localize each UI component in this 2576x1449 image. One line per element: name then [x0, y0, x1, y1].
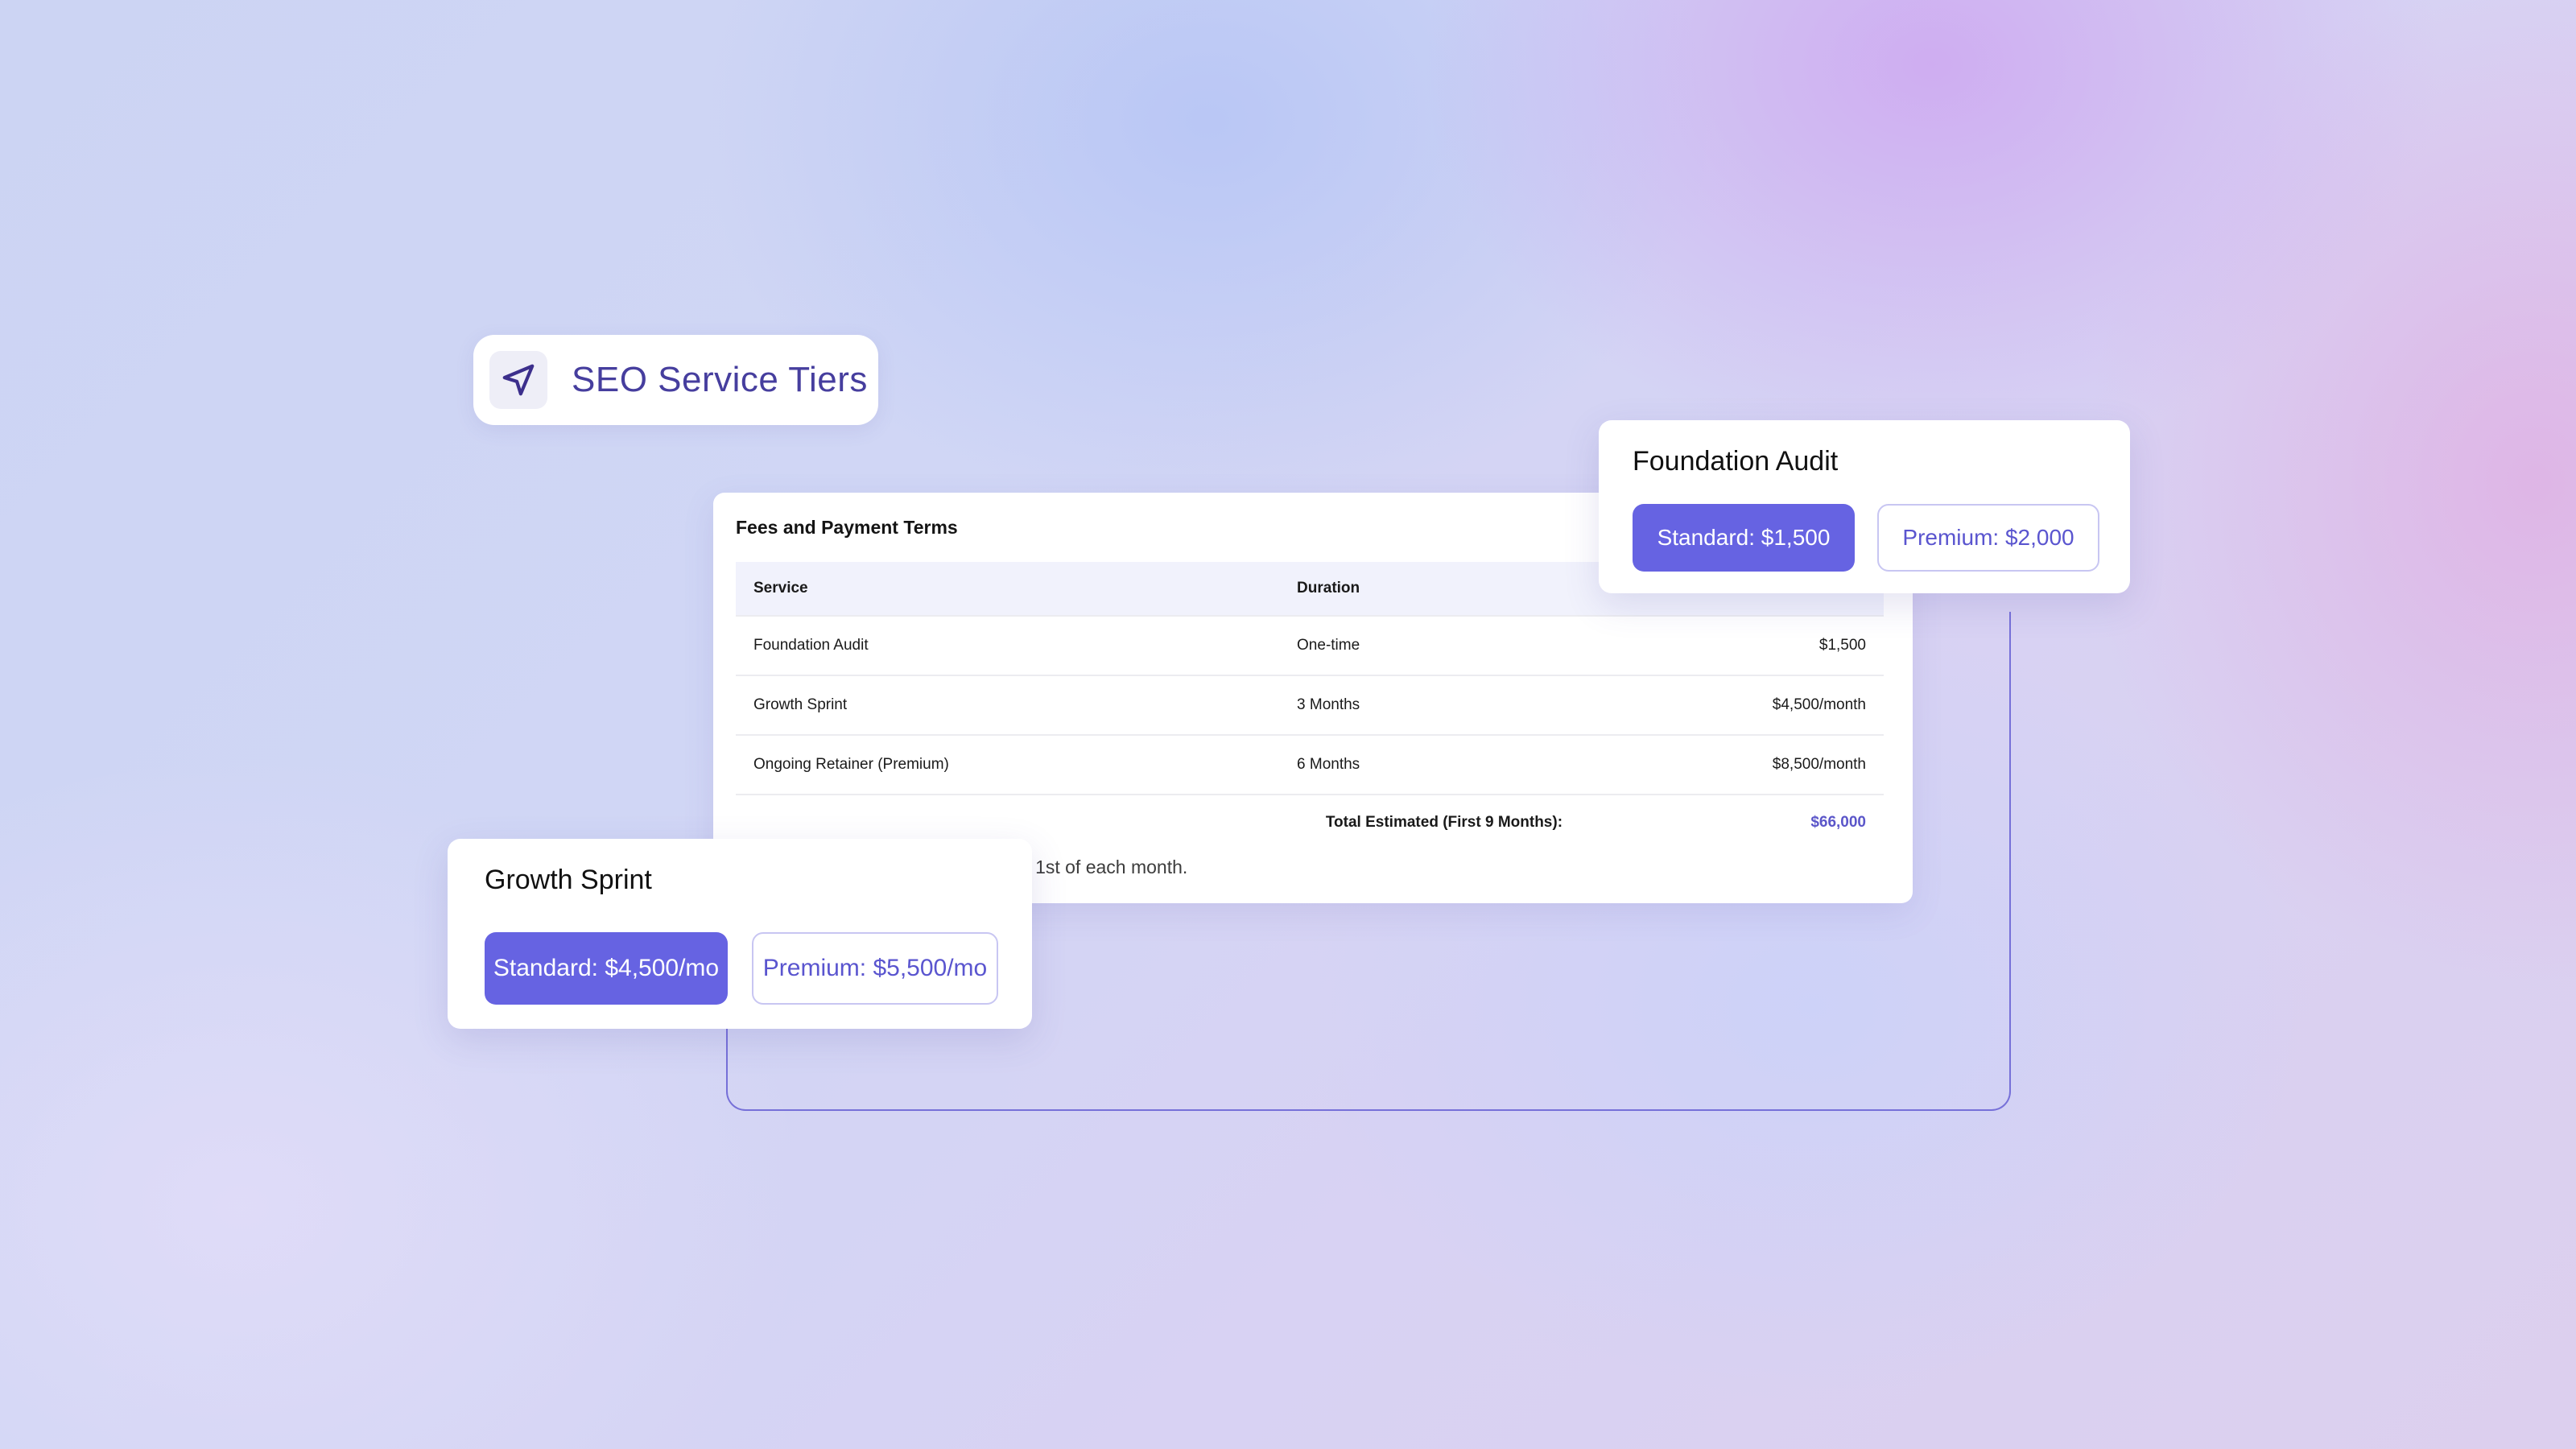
- service-cell: Foundation Audit: [736, 615, 1280, 675]
- price-cell: $8,500/month: [1580, 734, 1884, 795]
- price-cell: $1,500: [1580, 615, 1884, 675]
- growth-sprint-title: Growth Sprint: [485, 865, 652, 895]
- column-header-duration: Duration: [1279, 562, 1581, 616]
- growth-standard-button[interactable]: Standard: $4,500/mo: [485, 932, 728, 1005]
- fees-title: Fees and Payment Terms: [736, 517, 958, 538]
- growth-premium-button[interactable]: Premium: $5,500/mo: [752, 932, 998, 1005]
- duration-cell: 3 Months: [1279, 675, 1581, 735]
- column-header-service: Service: [736, 562, 1280, 616]
- duration-cell: 6 Months: [1279, 734, 1581, 795]
- page-title-badge: SEO Service Tiers: [473, 335, 878, 425]
- page-title: SEO Service Tiers: [572, 360, 868, 399]
- foundation-audit-card: Foundation Audit Standard: $1,500 Premiu…: [1599, 420, 2130, 593]
- navigation-arrow-icon: [489, 351, 547, 409]
- foundation-audit-title: Foundation Audit: [1633, 446, 1839, 477]
- fees-table: Service Duration Foundation Audit One-ti…: [736, 562, 1884, 850]
- table-row: Foundation Audit One-time $1,500: [736, 615, 1884, 675]
- foundation-premium-button[interactable]: Premium: $2,000: [1877, 504, 2099, 572]
- foundation-standard-button[interactable]: Standard: $1,500: [1633, 504, 1855, 572]
- price-cell: $4,500/month: [1580, 675, 1884, 735]
- total-value: $66,000: [1580, 794, 1884, 850]
- growth-sprint-card: Growth Sprint Standard: $4,500/mo Premiu…: [448, 839, 1032, 1029]
- table-row: Ongoing Retainer (Premium) 6 Months $8,5…: [736, 734, 1884, 795]
- duration-cell: One-time: [1279, 615, 1581, 675]
- table-row: Growth Sprint 3 Months $4,500/month: [736, 675, 1884, 735]
- service-cell: Ongoing Retainer (Premium): [736, 734, 1280, 795]
- service-cell: Growth Sprint: [736, 675, 1280, 735]
